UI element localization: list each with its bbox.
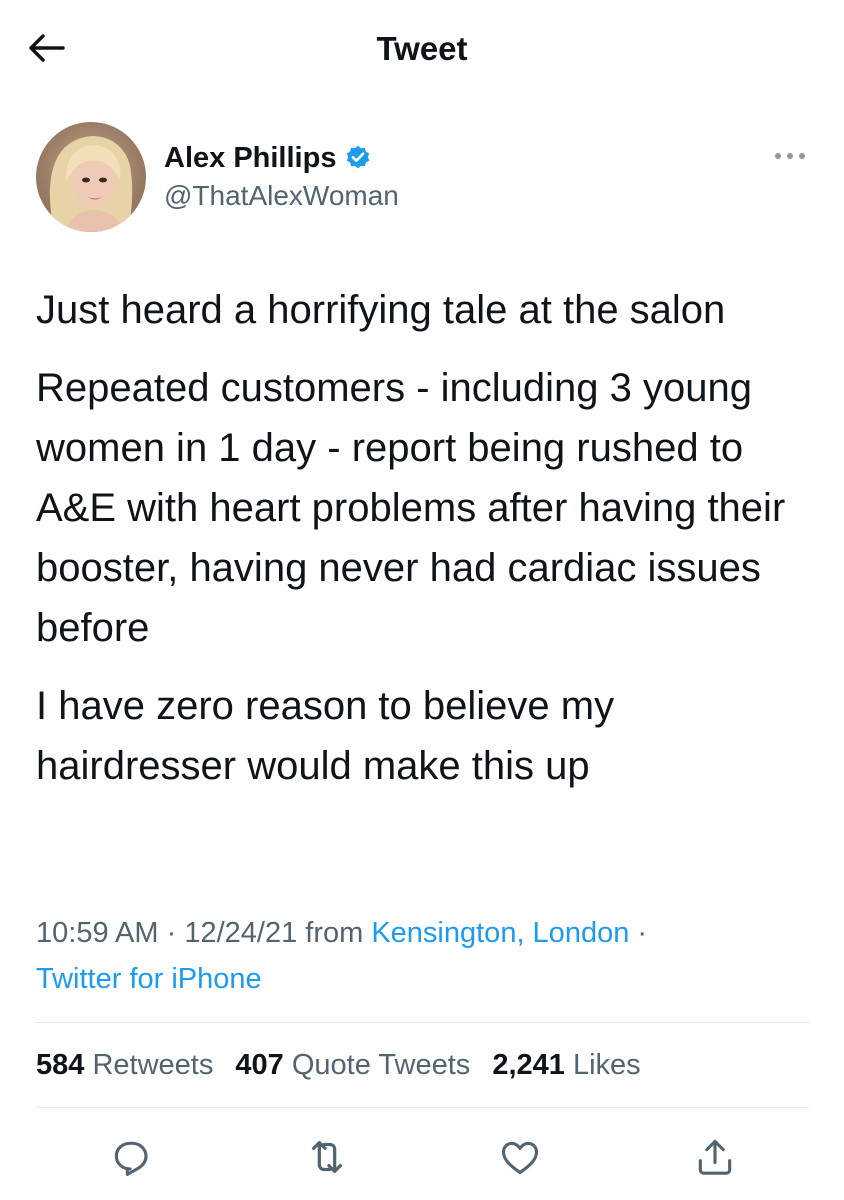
likes-label: Likes bbox=[564, 1049, 641, 1081]
tweet-date: 12/24/21 bbox=[184, 917, 298, 949]
retweets-count: 584 bbox=[36, 1049, 85, 1081]
tweet-paragraph: Repeated customers - including 3 young w… bbox=[36, 366, 786, 650]
tweet-stats: 584 Retweets 407 Quote Tweets 2,241 Like… bbox=[36, 1042, 655, 1088]
page-title: Tweet bbox=[376, 30, 468, 67]
meta-separator: · bbox=[158, 917, 185, 949]
share-icon bbox=[698, 1139, 732, 1175]
tweet-time: 10:59 AM bbox=[36, 917, 159, 949]
retweets-label: Retweets bbox=[84, 1049, 214, 1081]
author-name-row: Alex Phillips bbox=[164, 138, 372, 178]
tweet-page: Tweet Alex Phillips @ThatAlexWoman Just … bbox=[0, 0, 844, 1200]
like-icon bbox=[501, 1141, 539, 1175]
divider bbox=[36, 1107, 809, 1108]
source-link[interactable]: Twitter for iPhone bbox=[36, 963, 262, 995]
reply-icon bbox=[114, 1141, 148, 1176]
likes-stat[interactable]: 2,241 Likes bbox=[492, 1049, 640, 1081]
like-button[interactable] bbox=[493, 1130, 547, 1184]
author-name[interactable]: Alex Phillips bbox=[164, 142, 336, 175]
retweet-button[interactable] bbox=[300, 1130, 354, 1184]
quote-tweets-label: Quote Tweets bbox=[283, 1049, 471, 1081]
location-link[interactable]: Kensington, London bbox=[371, 917, 629, 949]
tweet-paragraph: I have zero reason to believe my hairdre… bbox=[36, 684, 615, 788]
tweet-text: Just heard a horrifying tale at the salo… bbox=[36, 280, 806, 814]
tweet-paragraph: Just heard a horrifying tale at the salo… bbox=[36, 288, 726, 332]
retweet-icon bbox=[311, 1140, 343, 1174]
likes-count: 2,241 bbox=[492, 1049, 565, 1081]
share-button[interactable] bbox=[688, 1130, 742, 1184]
reply-button[interactable] bbox=[104, 1130, 158, 1184]
header: Tweet bbox=[0, 0, 844, 100]
quote-tweets-count: 407 bbox=[235, 1049, 284, 1081]
avatar[interactable] bbox=[36, 122, 146, 232]
from-label: from bbox=[297, 917, 372, 949]
author-handle[interactable]: @ThatAlexWoman bbox=[164, 180, 399, 212]
quote-tweets-stat[interactable]: 407 Quote Tweets bbox=[235, 1049, 470, 1081]
more-dots-icon bbox=[775, 153, 805, 159]
divider bbox=[36, 1022, 809, 1023]
action-bar bbox=[0, 1130, 844, 1184]
tweet-meta: 10:59 AM · 12/24/21 from Kensington, Lon… bbox=[36, 910, 806, 1002]
meta-separator-trailing: · bbox=[629, 917, 648, 949]
verified-badge-icon bbox=[344, 144, 372, 172]
retweets-stat[interactable]: 584 Retweets bbox=[36, 1049, 213, 1081]
more-options-button[interactable] bbox=[772, 144, 808, 168]
